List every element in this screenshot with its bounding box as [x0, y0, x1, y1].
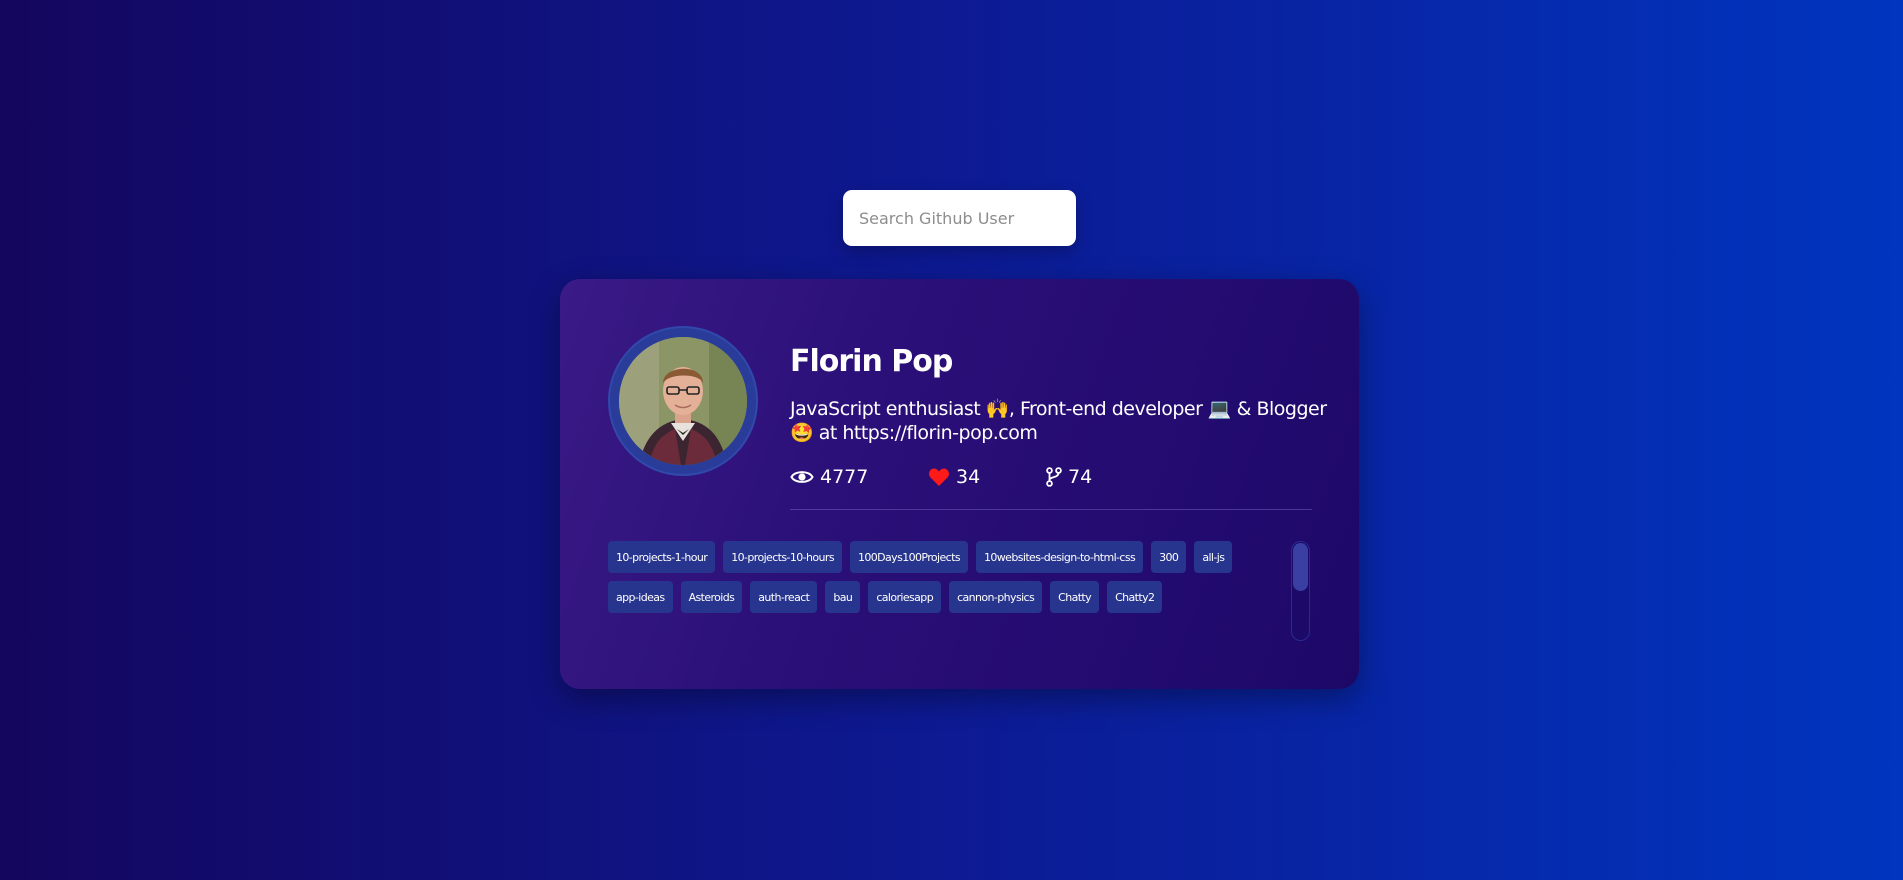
repo-tag[interactable]: auth-react — [750, 581, 818, 613]
repo-tag[interactable]: app-ideas — [608, 581, 673, 613]
repo-tag[interactable]: caloriesapp — [868, 581, 942, 613]
repo-tag[interactable]: 10-projects-1-hour — [608, 541, 716, 573]
following-count: 34 — [956, 466, 981, 488]
user-name: Florin Pop — [790, 344, 953, 379]
repo-tag[interactable]: cannon-physics — [949, 581, 1043, 613]
stat-repos: 74 — [1046, 466, 1092, 488]
repo-tag[interactable]: bau — [825, 581, 861, 613]
followers-count: 4777 — [820, 466, 869, 488]
scrollbar-thumb[interactable] — [1293, 543, 1308, 591]
repo-row: app-ideas Asteroids auth-react bau calor… — [608, 581, 1248, 613]
avatar — [619, 337, 747, 465]
divider — [790, 509, 1312, 510]
repo-list-scrollbar[interactable] — [1291, 541, 1310, 641]
eye-icon — [790, 468, 814, 486]
avatar-ring — [608, 326, 758, 476]
heart-icon — [928, 467, 950, 487]
profile-card: Florin Pop JavaScript enthusiast 🙌, Fron… — [560, 279, 1359, 689]
repo-tag[interactable]: 10-projects-10-hours — [723, 541, 842, 573]
repo-tag[interactable]: all-js — [1194, 541, 1233, 573]
stat-followers: 4777 — [790, 466, 928, 488]
user-bio: JavaScript enthusiast 🙌, Front-end devel… — [790, 398, 1327, 444]
repo-row: 10-projects-1-hour 10-projects-10-hours … — [608, 541, 1248, 573]
repo-tag[interactable]: 10websites-design-to-html-css — [975, 541, 1144, 573]
repos-count: 74 — [1068, 466, 1093, 488]
repo-list: 10-projects-1-hour 10-projects-10-hours … — [608, 541, 1248, 621]
stats: 4777 34 74 — [790, 464, 1092, 490]
stat-following: 34 — [928, 466, 1046, 488]
repo-tag[interactable]: Chatty — [1050, 581, 1100, 613]
repo-tag[interactable]: 100Days100Projects — [849, 541, 968, 573]
fork-icon — [1046, 467, 1062, 487]
repo-tag[interactable]: Chatty2 — [1107, 581, 1163, 613]
repo-tag[interactable]: 300 — [1151, 541, 1187, 573]
repo-tag[interactable]: Asteroids — [680, 581, 743, 613]
search-input[interactable] — [843, 190, 1076, 246]
